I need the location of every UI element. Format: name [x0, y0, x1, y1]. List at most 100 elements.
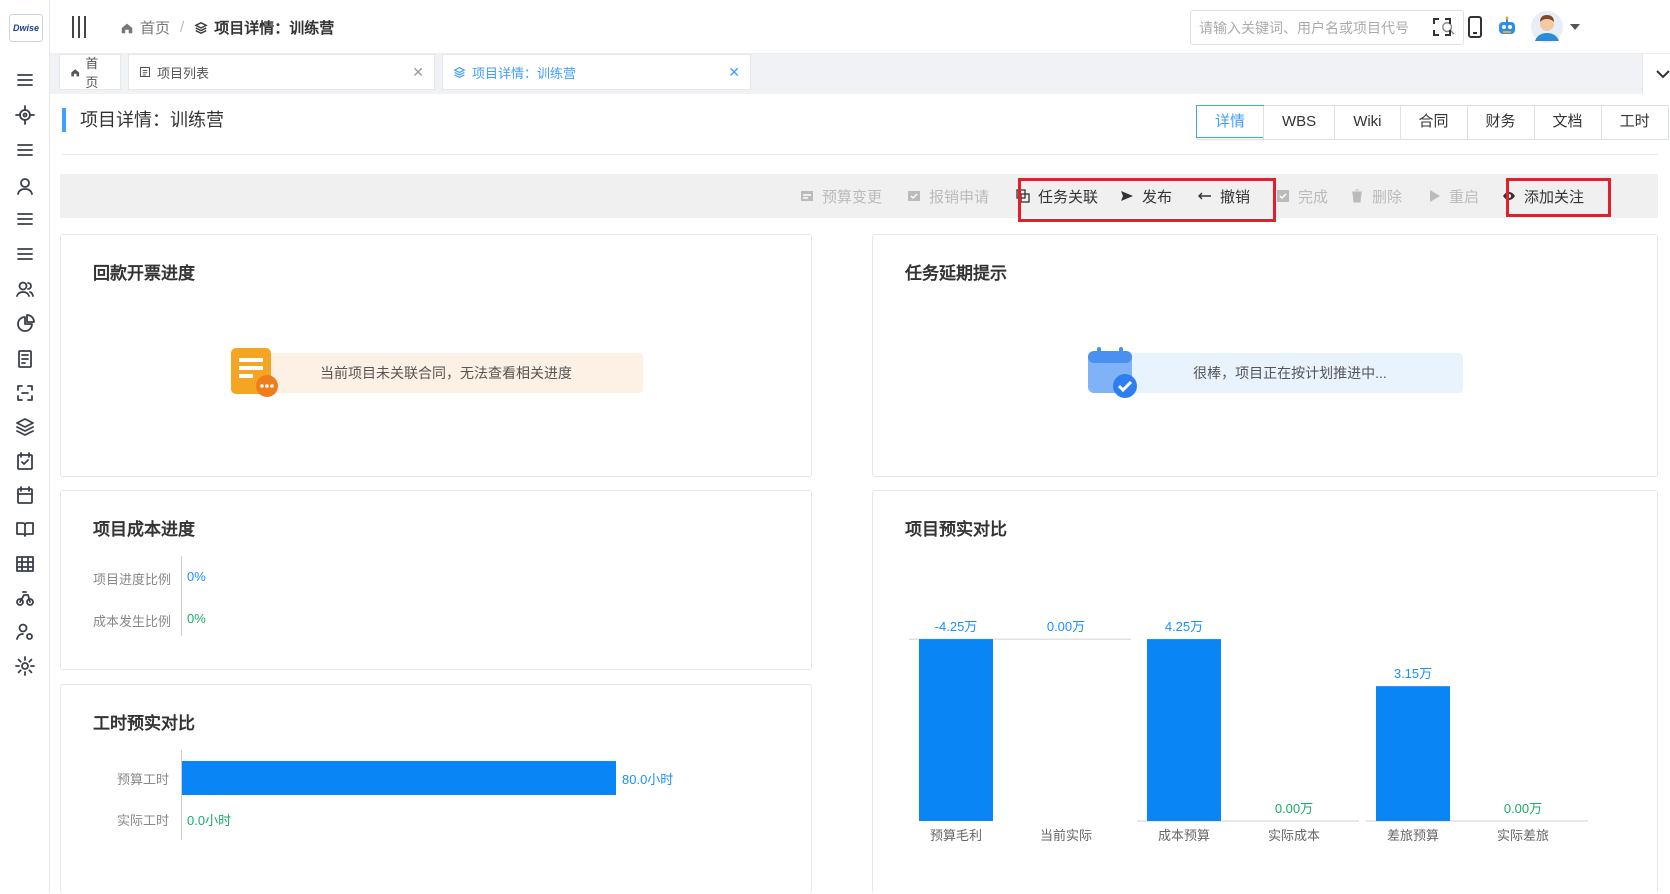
progress-ratio-label: 项目进度比例: [93, 572, 172, 587]
list-icon[interactable]: [14, 139, 36, 161]
budget-hours-bar: [182, 761, 616, 795]
restart-button[interactable]: 重启: [1427, 174, 1479, 218]
chevron-down-icon[interactable]: [1568, 14, 1582, 40]
check-icon: [1277, 190, 1289, 202]
book-icon[interactable]: [14, 518, 36, 540]
breadcrumb-separator: /: [180, 19, 185, 36]
tab-project-detail[interactable]: 项目详情：训练营 ✕: [442, 54, 751, 90]
cost-ratio-value: 0%: [187, 611, 206, 626]
button-label: 预算变更: [822, 188, 883, 206]
budget-hours-value: 80.0小时: [622, 772, 674, 787]
bar-value-label: 0.00万: [1047, 619, 1085, 634]
view-tab-wiki[interactable]: Wiki: [1334, 106, 1400, 139]
list-icon: [139, 66, 151, 78]
bike-icon[interactable]: [14, 587, 36, 609]
notice-text: 当前项目未关联合同，无法查看相关进度: [320, 365, 572, 381]
sidebar: Dwise: [0, 0, 50, 893]
list-icon[interactable]: [14, 243, 36, 265]
target-icon[interactable]: [14, 104, 36, 126]
tab-label: 项目详情：训练营: [472, 65, 577, 81]
breadcrumb-current: 项目详情：训练营: [214, 20, 335, 37]
edit-icon: [801, 191, 813, 201]
avatar[interactable]: [1530, 10, 1564, 44]
mobile-icon[interactable]: [1462, 14, 1488, 40]
tabs-bar: 首页 项目列表 ✕ 项目详情：训练营 ✕: [50, 54, 1670, 94]
chart-bar: [1147, 639, 1221, 821]
calendar-check-icon[interactable]: [14, 450, 36, 472]
scan-icon[interactable]: [14, 382, 36, 404]
global-search[interactable]: [1190, 10, 1464, 45]
task-delay-card: 任务延期提示 很棒，项目正在按计划推进中...: [872, 234, 1658, 477]
chart-bar: [919, 639, 993, 821]
breadcrumb-home[interactable]: 首页: [140, 17, 170, 38]
fullscreen-icon[interactable]: [1429, 14, 1455, 40]
category-label: 预算毛利: [930, 828, 982, 843]
category-label: 实际差旅: [1497, 828, 1549, 843]
gear-icon[interactable]: [14, 655, 36, 677]
category-label: 当前实际: [1040, 828, 1092, 843]
chart-bar: [1376, 686, 1450, 821]
tabs-dropdown-icon[interactable]: [1642, 54, 1670, 94]
tab-project-list[interactable]: 项目列表 ✕: [128, 54, 435, 90]
layers-icon[interactable]: [14, 416, 36, 438]
budget-change-button[interactable]: 预算变更: [800, 174, 882, 218]
top-bar: 首页 / 项目详情：训练营: [50, 0, 1670, 54]
pie-chart-icon[interactable]: [14, 313, 36, 335]
page-title: 项目详情：训练营: [62, 108, 224, 132]
menu-icon[interactable]: [14, 69, 36, 91]
tab-label: 项目列表: [157, 65, 210, 81]
bar-value-label: -4.25万: [935, 619, 978, 634]
action-bar: 预算变更 报销申请 任务关联 发布 撤销 完成 删除 重启 添加关注: [60, 174, 1658, 218]
user-settings-icon[interactable]: [14, 621, 36, 643]
ok-notice: 很棒，项目正在按计划推进中...: [1117, 353, 1463, 393]
users-icon[interactable]: [14, 278, 36, 300]
table-icon[interactable]: [14, 553, 36, 575]
robot-icon[interactable]: [1494, 14, 1520, 40]
home-icon: [71, 68, 80, 76]
hours-compare-card: 工时预实对比 预算工时 80.0小时 实际工时 0.0小时: [60, 684, 812, 893]
collapse-menu-icon[interactable]: [72, 16, 90, 38]
report-icon[interactable]: [14, 348, 36, 370]
reimburse-button[interactable]: 报销申请: [907, 174, 989, 218]
card-title: 任务延期提示: [905, 264, 1007, 283]
cost-ratio-label: 成本发生比例: [93, 614, 172, 629]
payment-progress-card: 回款开票进度 当前项目未关联合同，无法查看相关进度: [60, 234, 812, 477]
user-icon[interactable]: [14, 175, 36, 197]
highlight-box: [1506, 178, 1611, 217]
layers-icon: [453, 66, 466, 78]
bar-value-label: 4.25万: [1165, 619, 1203, 634]
button-label: 完成: [1298, 188, 1329, 206]
axis-line: [181, 556, 182, 636]
contract-icon: [231, 348, 278, 397]
main-content: 项目详情：训练营 详情 WBS Wiki 合同 财务 文档 工时 预算变更 报销…: [50, 94, 1670, 893]
actual-hours-label: 实际工时: [117, 813, 170, 828]
button-label: 删除: [1372, 188, 1403, 206]
view-tab-detail[interactable]: 详情: [1196, 105, 1265, 138]
category-label: 差旅预算: [1387, 828, 1439, 843]
close-icon[interactable]: ✕: [412, 64, 424, 81]
view-tab-finance[interactable]: 财务: [1466, 106, 1534, 139]
tab-home[interactable]: 首页: [59, 54, 121, 90]
list-icon[interactable]: [14, 208, 36, 230]
complete-button[interactable]: 完成: [1276, 174, 1328, 218]
view-tab-hours[interactable]: 工时: [1600, 106, 1668, 139]
view-tabs: 详情 WBS Wiki 合同 财务 文档 工时: [1196, 105, 1669, 140]
calendar-icon[interactable]: [14, 484, 36, 506]
app-logo[interactable]: Dwise: [9, 14, 43, 42]
bar-value-label: 3.15万: [1394, 666, 1432, 681]
actual-hours-value: 0.0小时: [187, 813, 232, 828]
category-label: 实际成本: [1268, 828, 1320, 843]
cost-progress-card: 项目成本进度 项目进度比例 0% 成本发生比例 0%: [60, 490, 812, 670]
view-tab-wbs[interactable]: WBS: [1263, 106, 1335, 139]
close-icon[interactable]: ✕: [728, 64, 740, 81]
bar-value-label: 0.00万: [1275, 801, 1313, 816]
search-input[interactable]: [1199, 19, 1441, 36]
view-tab-docs[interactable]: 文档: [1533, 106, 1601, 139]
button-label: 重启: [1449, 188, 1480, 206]
card-title: 回款开票进度: [93, 264, 195, 283]
view-tab-contract[interactable]: 合同: [1399, 106, 1467, 139]
budget-actual-card: 项目预实对比 -4.25万 预算毛利 0.00万 当前实际 4.25万 成本预算 0.00万…: [872, 490, 1658, 893]
delete-button[interactable]: 删除: [1350, 174, 1402, 218]
card-title: 工时预实对比: [93, 714, 195, 733]
category-label: 成本预算: [1158, 828, 1210, 843]
